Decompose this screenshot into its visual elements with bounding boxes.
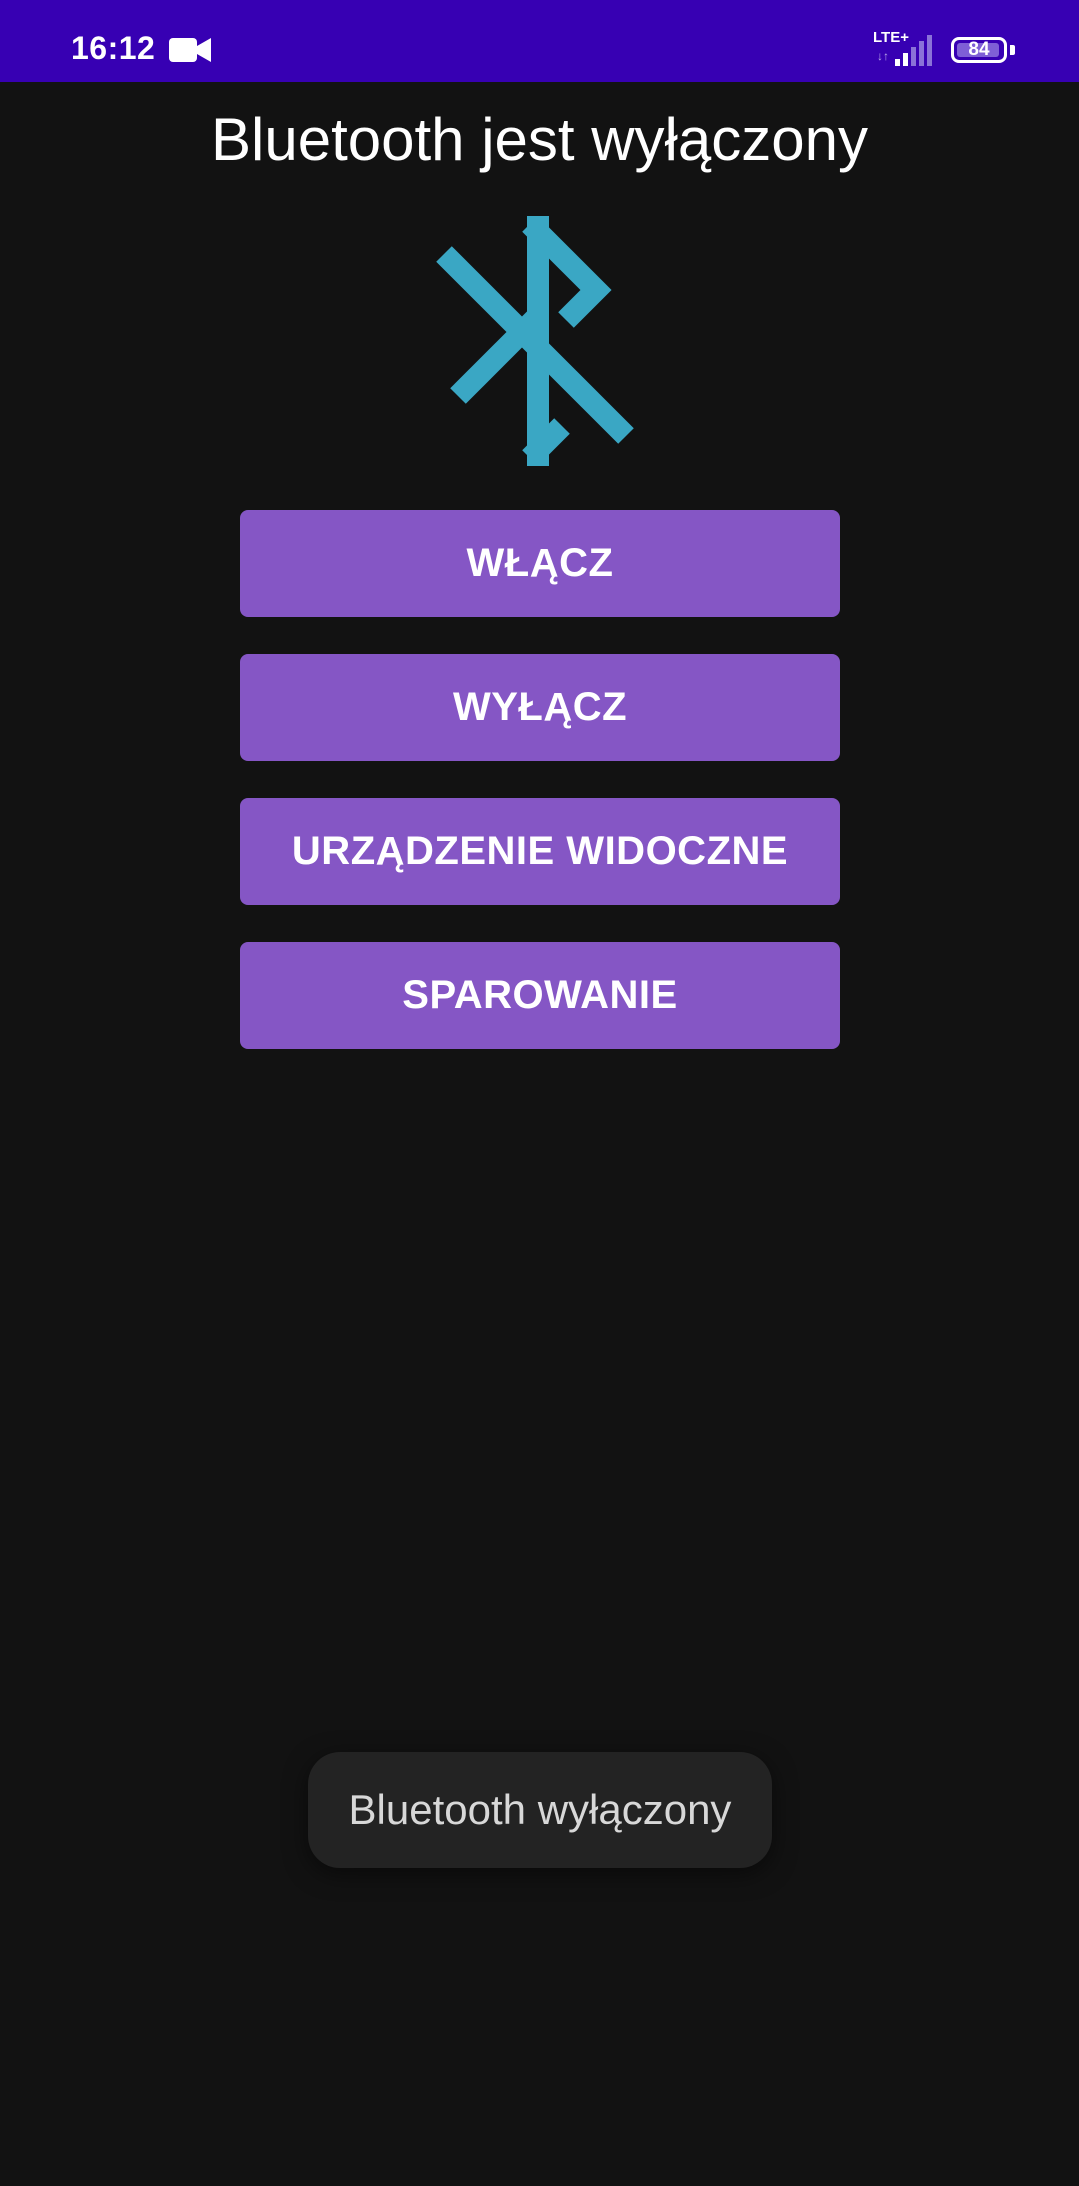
turn-on-button[interactable]: WŁĄCZ — [240, 510, 840, 617]
turn-off-button[interactable]: WYŁĄCZ — [240, 654, 840, 761]
pairing-button[interactable]: SPAROWANIE — [240, 942, 840, 1049]
status-time: 16:12 — [71, 30, 156, 66]
signal-icon — [895, 35, 932, 66]
discoverable-button[interactable]: URZĄDZENIE WIDOCZNE — [240, 798, 840, 905]
battery-icon: 84 — [951, 37, 1007, 63]
battery-tip — [1010, 45, 1015, 55]
video-camera-icon — [169, 38, 211, 62]
signal-indicator: LTE+ ↓↑ — [873, 30, 937, 68]
battery-level: 84 — [968, 39, 990, 60]
status-bar: 16:12 LTE+ ↓↑ 84 — [0, 0, 1079, 82]
page-title: Bluetooth jest wyłączony — [210, 106, 868, 173]
data-activity-icon: ↓↑ — [877, 49, 889, 63]
bluetooth-icon — [436, 216, 634, 466]
toast-message: Bluetooth wyłączony — [308, 1752, 772, 1868]
